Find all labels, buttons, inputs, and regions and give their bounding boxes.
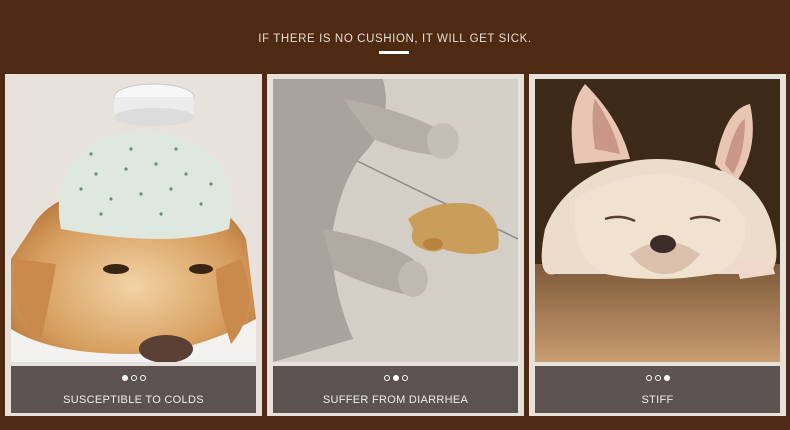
slide-dot-3[interactable] xyxy=(663,375,670,381)
puppy-paws-icon xyxy=(273,79,518,362)
french-bulldog-icon xyxy=(535,79,780,362)
symptom-card-stiff: STIFF xyxy=(529,74,786,416)
caption-bar: SUSCEPTIBLE TO COLDS xyxy=(11,366,256,413)
caption-bar: STIFF xyxy=(535,366,780,413)
card-caption: SUSCEPTIBLE TO COLDS xyxy=(63,394,204,406)
section-title: IF THERE IS NO CUSHION, IT WILL GET SICK… xyxy=(258,33,532,45)
slide-dot-2[interactable] xyxy=(392,375,399,381)
golden-retriever-icon xyxy=(11,79,256,362)
slide-indicator xyxy=(535,375,780,381)
caption-bar: SUFFER FROM DIARRHEA xyxy=(273,366,518,413)
symptom-card-diarrhea: SUFFER FROM DIARRHEA xyxy=(267,74,524,416)
slide-indicator xyxy=(11,375,256,381)
slide-indicator xyxy=(273,375,518,381)
slide-dot-3[interactable] xyxy=(139,375,146,381)
french-bulldog-photo xyxy=(535,79,780,362)
symptom-card-colds: SUSCEPTIBLE TO COLDS xyxy=(5,74,262,416)
slide-dot-3[interactable] xyxy=(401,375,408,381)
slide-dot-1[interactable] xyxy=(383,375,390,381)
card-caption: STIFF xyxy=(641,394,674,406)
slide-dot-1[interactable] xyxy=(121,375,128,381)
golden-retriever-photo xyxy=(11,79,256,362)
slide-dot-1[interactable] xyxy=(645,375,652,381)
title-underline xyxy=(379,51,409,54)
puppy-paws-photo xyxy=(273,79,518,362)
slide-dot-2[interactable] xyxy=(130,375,137,381)
card-caption: SUFFER FROM DIARRHEA xyxy=(322,394,469,406)
slide-dot-2[interactable] xyxy=(654,375,661,381)
